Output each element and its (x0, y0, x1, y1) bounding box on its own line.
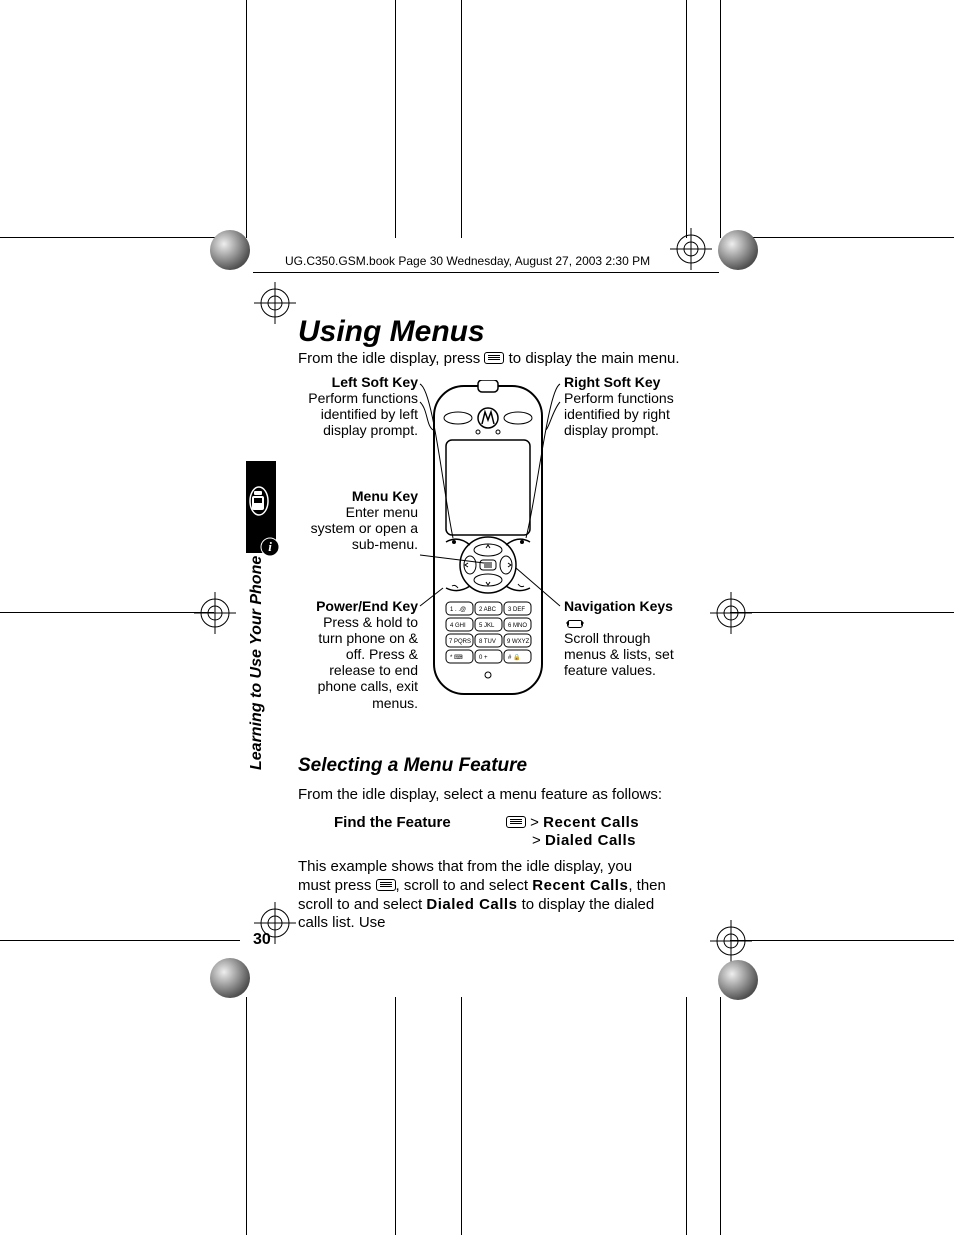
callout-right-soft-key: Right Soft Key Perform functions identif… (564, 374, 674, 438)
menu-key-icon (484, 352, 504, 364)
svg-text:1 . .@: 1 . .@ (450, 607, 466, 613)
side-tab: i (246, 461, 276, 553)
callout-body: Enter menu system or open a sub-menu. (298, 504, 418, 552)
callout-body: Perform functions identified by right di… (564, 390, 674, 438)
find-feature-label: Find the Feature (334, 814, 451, 831)
svg-text:i: i (268, 539, 272, 554)
phone-illustration: 1 . .@ 2 ABC 3 DEF 4 GHI 5 JKL 6 MNO 7 P… (428, 380, 548, 700)
callout-heading-text: Navigation Keys (564, 598, 673, 614)
svg-text:2 ABC: 2 ABC (479, 607, 497, 613)
callout-heading: Navigation Keys (564, 598, 674, 630)
para-explanation: This example shows that from the idle di… (298, 858, 668, 933)
svg-text:5 JKL: 5 JKL (479, 623, 495, 629)
find-feature-value: > Recent Calls > Dialed Calls (506, 814, 639, 850)
callout-left-soft-key: Left Soft Key Perform functions identifi… (298, 374, 418, 438)
callout-power-end-key: Power/End Key Press & hold to turn phone… (298, 598, 418, 711)
callout-heading: Left Soft Key (298, 374, 418, 390)
page-title: Using Menus (298, 315, 485, 349)
menu-key-icon (506, 816, 526, 828)
intro-paragraph: From the idle display, press to display … (298, 350, 680, 368)
doc-header-rule (253, 272, 719, 273)
menu-item: Recent Calls (543, 814, 639, 831)
intro-post: to display the main menu. (504, 350, 679, 367)
svg-text:8 TUV: 8 TUV (479, 639, 496, 645)
side-label: Learning to Use Your Phone (248, 556, 266, 770)
svg-text:# 🔒: # 🔒 (508, 653, 520, 661)
nav-keys-icon (564, 617, 586, 629)
text: , scroll to and select (396, 877, 533, 894)
callout-menu-key: Menu Key Enter menu system or open a sub… (298, 488, 418, 552)
doc-header: UG.C350.GSM.book Page 30 Wednesday, Augu… (285, 254, 650, 268)
menu-item: Dialed Calls (426, 896, 517, 913)
intro-pre: From the idle display, press (298, 350, 484, 367)
menu-item: Dialed Calls (545, 832, 636, 849)
svg-text:7 PQRS: 7 PQRS (449, 639, 471, 645)
callout-heading: Right Soft Key (564, 374, 674, 390)
svg-text:9 WXYZ: 9 WXYZ (507, 639, 530, 645)
menu-item: Recent Calls (532, 877, 628, 894)
para-follows: From the idle display, select a menu fea… (298, 786, 668, 805)
svg-text:* ⌨: * ⌨ (450, 654, 463, 661)
menu-key-icon (376, 879, 396, 891)
callout-body: Scroll through menus & lists, set featur… (564, 630, 674, 678)
section-heading: Selecting a Menu Feature (298, 755, 527, 777)
callout-body: Press & hold to turn phone on & off. Pre… (298, 614, 418, 711)
callout-heading: Power/End Key (298, 598, 418, 614)
callout-heading: Menu Key (298, 488, 418, 504)
phone-diagram: 1 . .@ 2 ABC 3 DEF 4 GHI 5 JKL 6 MNO 7 P… (298, 370, 668, 730)
callout-body: Perform functions identified by left dis… (298, 390, 418, 438)
svg-text:6 MNO: 6 MNO (508, 623, 527, 629)
sep: > (526, 814, 543, 831)
page-number: 30 (253, 931, 271, 949)
svg-text:3 DEF: 3 DEF (508, 607, 525, 613)
callout-navigation-keys: Navigation Keys Scroll through menus & l… (564, 598, 674, 678)
svg-text:4 GHI: 4 GHI (450, 623, 466, 629)
sep: > (532, 832, 545, 849)
svg-text:0 +: 0 + (479, 655, 488, 661)
